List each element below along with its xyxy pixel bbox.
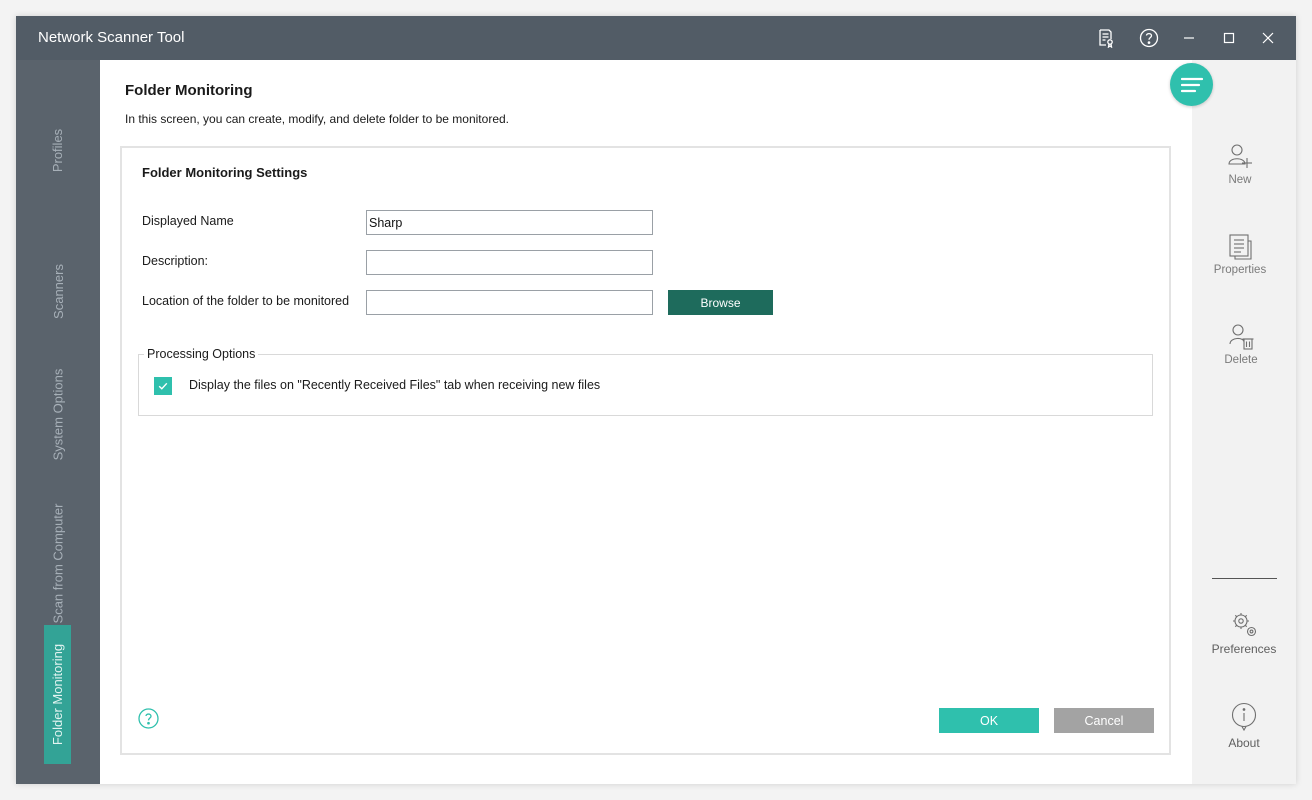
section-title: Folder Monitoring Settings [142,165,308,180]
processing-options-legend: Processing Options [144,347,259,361]
display-files-label: Display the files on "Recently Received … [189,378,601,392]
page-description: In this screen, you can create, modify, … [125,112,509,126]
close-icon[interactable] [1257,27,1279,49]
delete-button[interactable]: Delete [1191,322,1291,366]
menu-button[interactable] [1170,63,1213,106]
help-icon[interactable] [1138,27,1160,49]
info-icon [1231,702,1257,732]
delete-label: Delete [1224,354,1258,366]
maximize-icon[interactable] [1218,27,1240,49]
description-label: Description: [142,254,208,268]
location-input[interactable] [366,290,653,315]
nav-item-label: Folder Monitoring [50,643,65,746]
hamburger-icon [1180,77,1203,92]
display-files-checkbox[interactable] [154,377,172,395]
new-button[interactable]: New [1190,142,1290,186]
nav-item-folder-monitoring[interactable]: Folder Monitoring [44,625,71,764]
nav-item-scanners[interactable]: Scanners [44,226,72,356]
title-bar: Network Scanner Tool [16,16,1296,60]
help-icon[interactable] [138,708,159,729]
user-delete-icon [1229,324,1254,350]
location-label: Location of the folder to be monitored [142,294,350,308]
user-add-icon [1228,144,1252,168]
displayed-name-label: Displayed Name [142,214,234,228]
preferences-label: Preferences [1211,642,1277,656]
minimize-icon[interactable] [1178,27,1200,49]
rightbar-divider [1212,578,1277,579]
nav-item-label: Profiles [50,128,66,172]
preferences-button[interactable]: Preferences [1194,610,1294,656]
description-input[interactable] [366,250,653,275]
ok-button[interactable]: OK [939,708,1039,733]
page-title: Folder Monitoring [125,82,253,99]
about-button[interactable]: About [1194,702,1294,750]
processing-options-group: Processing Options Display the files on … [138,347,1153,416]
about-label: About [1228,736,1260,750]
license-icon[interactable] [1095,27,1117,49]
nav-item-system-options[interactable]: System Options [44,358,72,470]
nav-item-label: Scan from Computer [50,503,66,623]
nav-item-profiles[interactable]: Profiles [44,100,72,200]
app-window: Network Scanner Tool Profiles Scanners S… [16,16,1296,784]
properties-icon [1229,234,1252,260]
cancel-button[interactable]: Cancel [1054,708,1154,733]
displayed-name-input[interactable] [366,210,653,235]
left-nav: Profiles Scanners System Options Scan fr… [16,60,100,784]
app-title: Network Scanner Tool [38,29,185,46]
nav-item-scan-from-computer[interactable]: Scan from Computer [44,488,72,638]
properties-button[interactable]: Properties [1190,232,1290,276]
browse-button[interactable]: Browse [668,290,773,315]
settings-panel: Folder Monitoring Settings Displayed Nam… [120,146,1171,755]
new-label: New [1228,174,1252,186]
properties-label: Properties [1213,264,1267,276]
gears-icon [1233,613,1257,637]
checkmark-icon [158,382,168,390]
nav-item-label: Scanners [50,263,66,319]
nav-item-label: System Options [50,368,66,460]
